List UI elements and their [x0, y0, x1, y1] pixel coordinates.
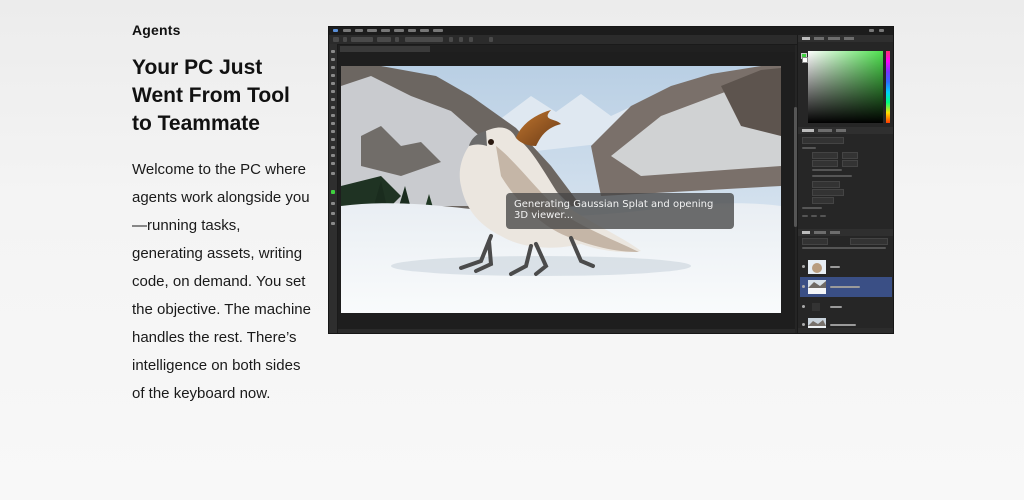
eye-icon[interactable] [802, 265, 805, 268]
eye-icon[interactable] [802, 305, 805, 308]
toast-message: Generating Gaussian Splat and opening 3D… [514, 199, 714, 221]
property-field[interactable] [802, 137, 844, 144]
status-bar [338, 329, 795, 333]
eye-icon[interactable] [802, 323, 805, 326]
document-tab-bar [338, 45, 795, 52]
property-field[interactable] [842, 152, 858, 159]
color-picker-field[interactable] [808, 51, 883, 123]
property-field[interactable] [812, 152, 838, 159]
layer-row[interactable] [800, 297, 892, 317]
property-field[interactable] [812, 181, 840, 188]
property-field[interactable] [812, 197, 834, 204]
section-headline: Your PC Just Went From Tool to Teammate [132, 56, 290, 135]
text-column: Agents Your PC Just Went From Tool to Te… [132, 20, 312, 408]
layer-row-selected[interactable] [800, 277, 892, 297]
tool-panel [329, 44, 338, 333]
hue-slider[interactable] [886, 51, 890, 123]
right-panels [797, 35, 893, 333]
properties-panel-tabs[interactable] [798, 127, 893, 134]
layer-row[interactable] [800, 257, 892, 277]
app-screenshot: Generating Gaussian Splat and opening 3D… [328, 26, 894, 334]
section-eyebrow: Agents [132, 22, 181, 38]
artwork-image [341, 66, 781, 313]
blend-mode-select[interactable] [850, 238, 888, 245]
status-toast: Generating Gaussian Splat and opening 3D… [506, 193, 734, 229]
layers-footer [798, 328, 893, 333]
section-body: Welcome to the PC where agents work alon… [132, 161, 311, 402]
color-panel-tabs[interactable] [798, 35, 893, 42]
property-field[interactable] [812, 189, 844, 196]
property-field[interactable] [812, 160, 838, 167]
canvas-area[interactable]: Generating Gaussian Splat and opening 3D… [338, 52, 797, 329]
layers-panel-tabs[interactable] [798, 229, 893, 236]
eye-icon[interactable] [802, 285, 805, 288]
property-field[interactable] [842, 160, 858, 167]
layer-filter[interactable] [802, 238, 828, 245]
menu-bar [329, 27, 893, 35]
